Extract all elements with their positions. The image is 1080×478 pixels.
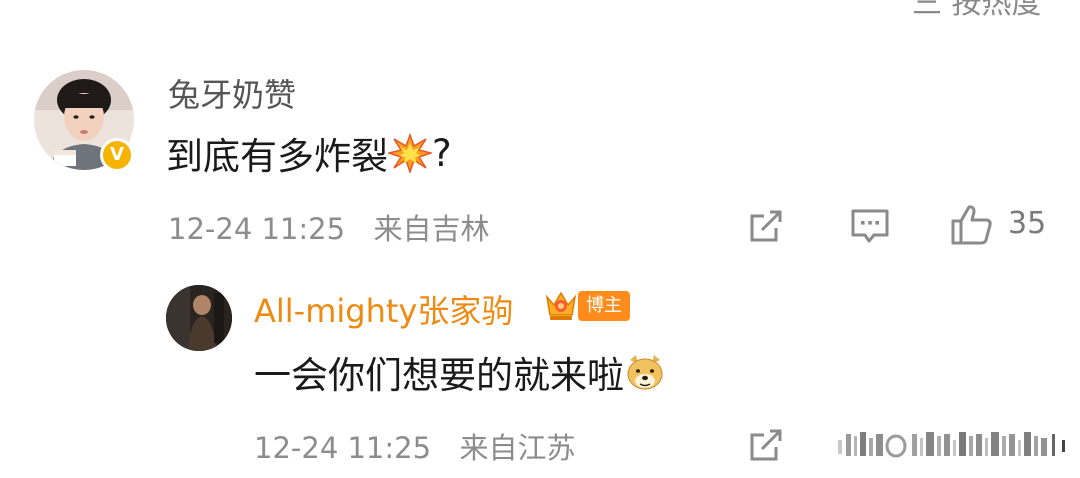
comment-text-content: 到底有多炸裂 [166, 135, 388, 178]
reply-text: 一会你们想要的就来啦 [254, 345, 666, 399]
thumbs-up-icon[interactable] [950, 203, 994, 247]
crown-badge-icon [545, 291, 577, 320]
verified-badge-icon: V [100, 138, 134, 172]
glitch-artifact [838, 432, 1065, 458]
comment-meta: 12-24 11:25 来自吉林 [168, 206, 490, 248]
comment-text: 到底有多炸裂 ? [166, 126, 452, 180]
reply-avatar[interactable] [166, 285, 232, 351]
comment-date: 12-24 11:25 [168, 212, 346, 246]
reply-share-icon[interactable] [746, 425, 786, 465]
reply-text-content: 一会你们想要的就来啦 [254, 354, 624, 397]
explosion-emoji-icon [388, 133, 432, 173]
comment-question-mark: ? [432, 131, 452, 175]
doge-emoji-icon [627, 355, 663, 390]
reply-date: 12-24 11:25 [254, 431, 432, 465]
reply-meta: 12-24 11:25 来自江苏 [254, 425, 576, 467]
author-tag: 博主 [578, 291, 630, 321]
reply-username[interactable]: All-mighty张家驹 [254, 286, 513, 332]
share-icon[interactable] [746, 206, 786, 246]
like-count: 35 [1008, 206, 1047, 241]
reply-location: 来自江苏 [459, 431, 576, 465]
comment-username[interactable]: 兔牙奶赞 [168, 70, 296, 116]
sort-by-hot-toggle[interactable]: 三 按热度 [912, 0, 1042, 22]
reply-avatar-photo [166, 285, 232, 351]
comment-icon[interactable] [850, 206, 890, 246]
comment-location: 来自吉林 [373, 212, 490, 246]
